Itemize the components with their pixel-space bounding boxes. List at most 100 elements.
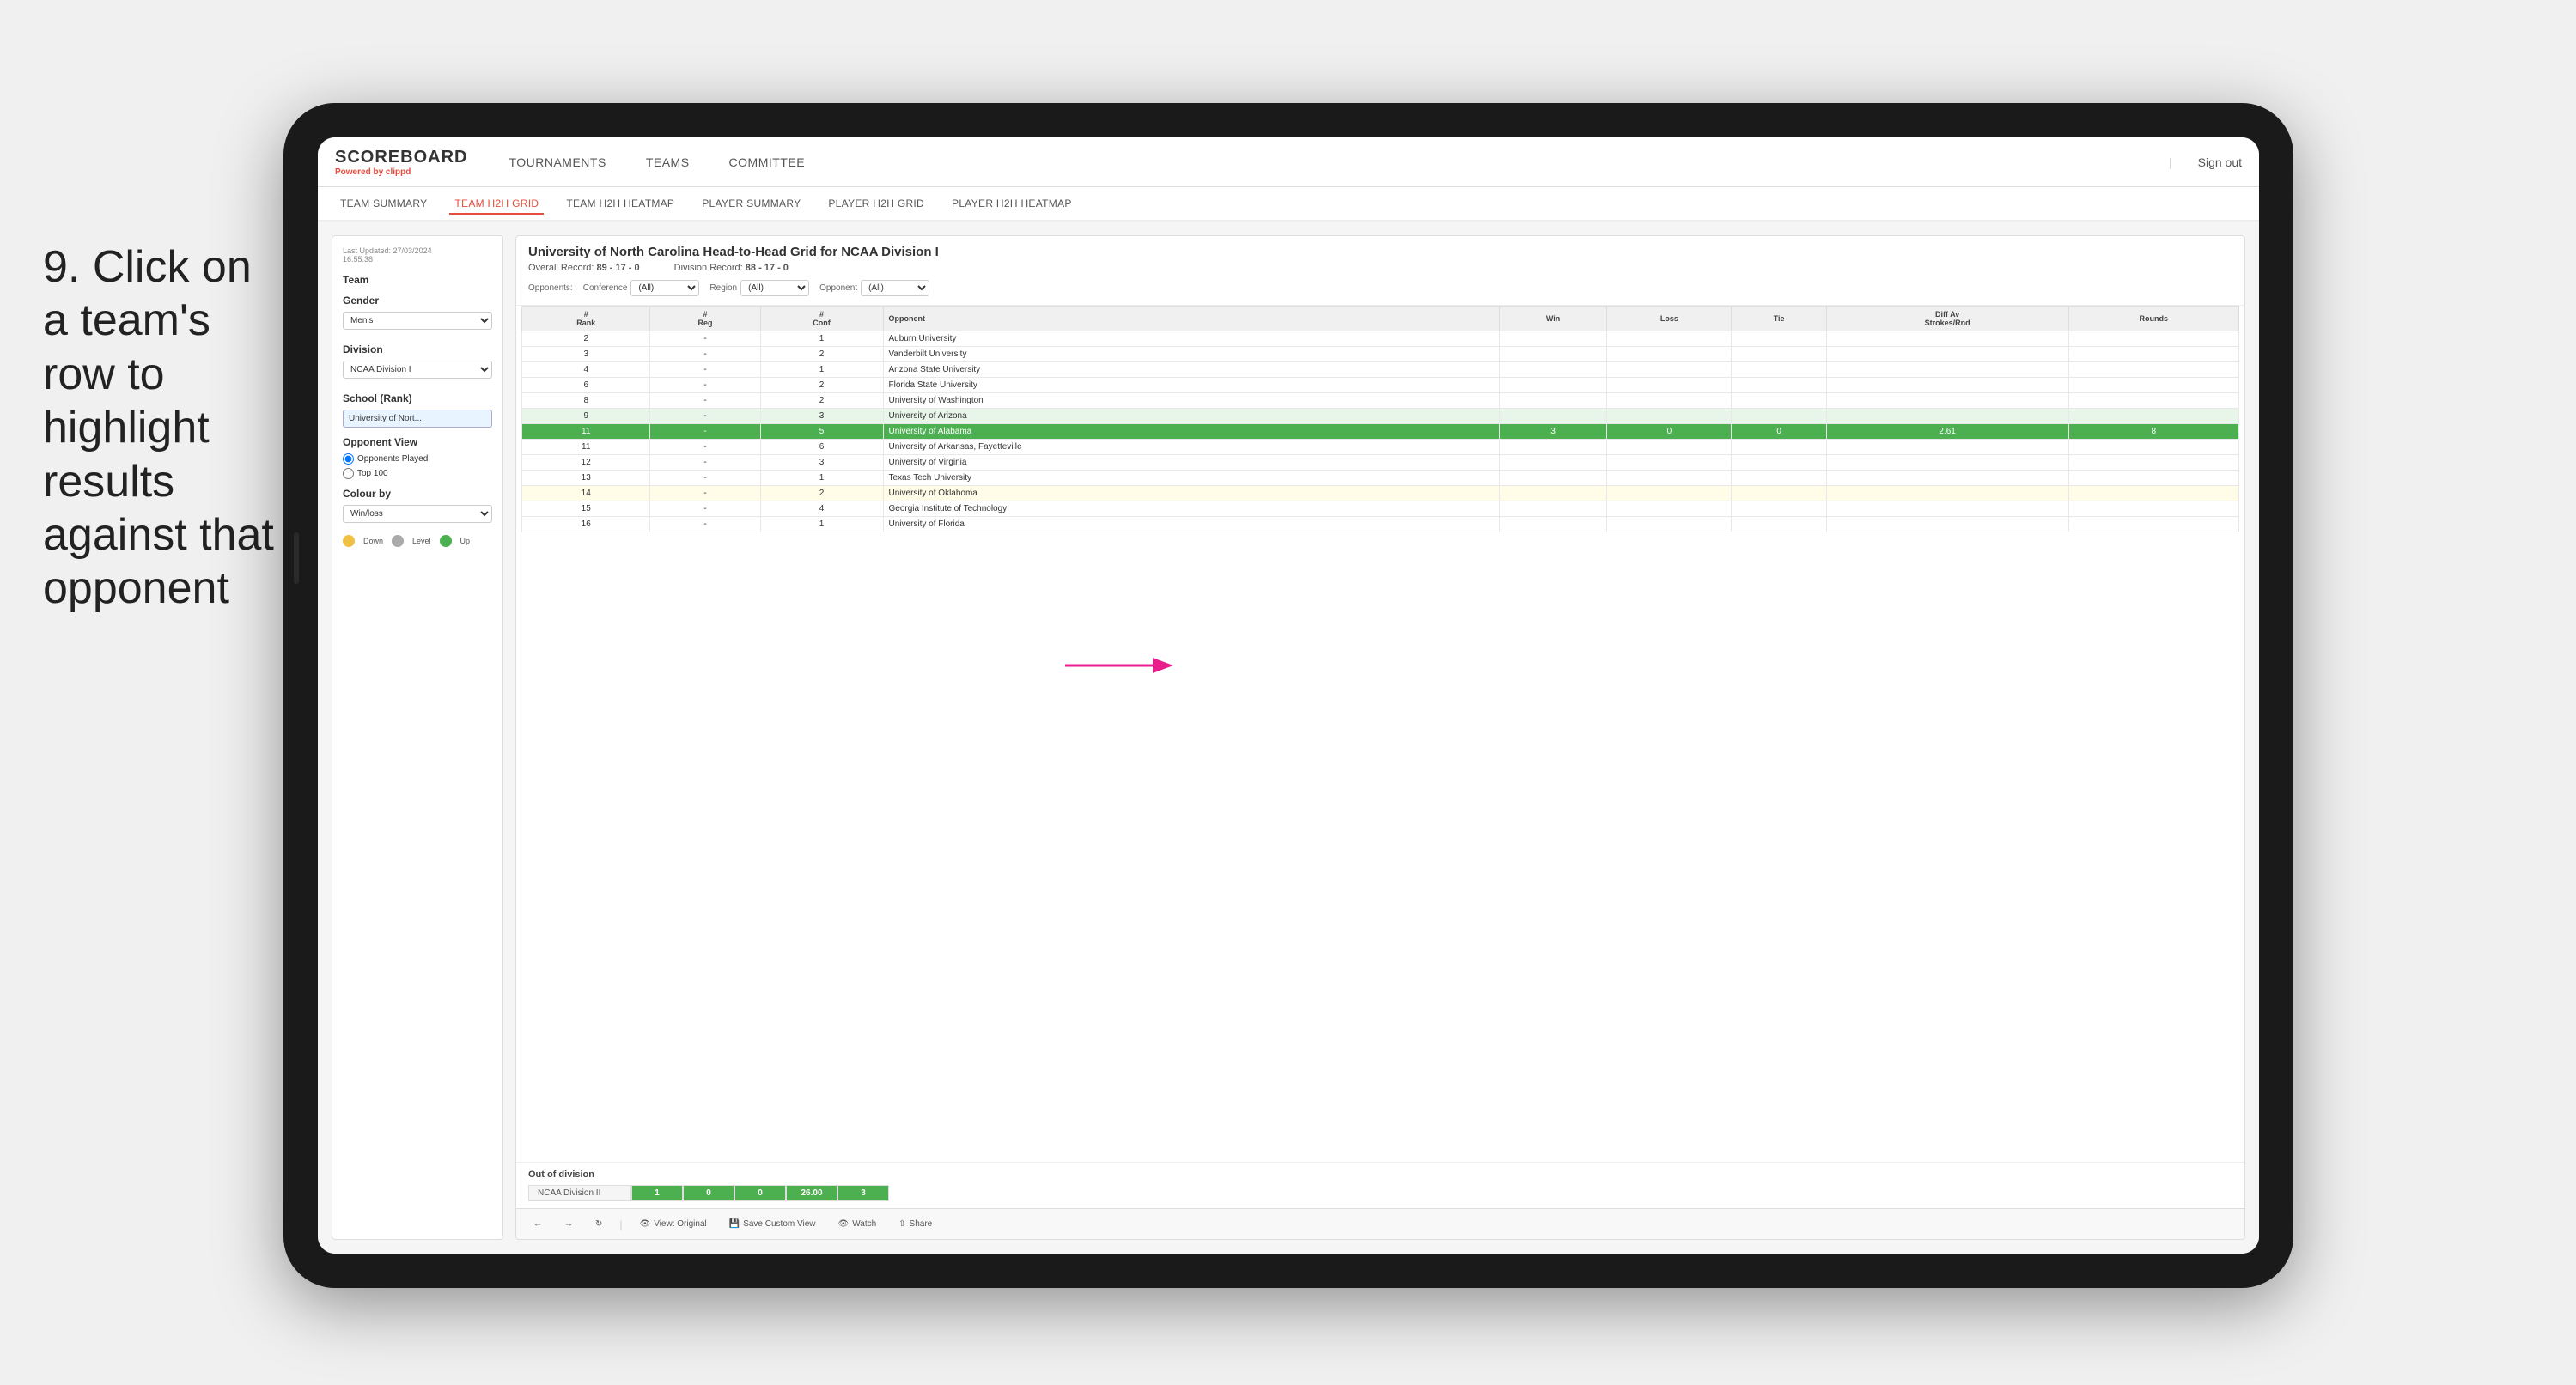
filter-conference: Conference (All) xyxy=(583,280,700,296)
out-division-label: NCAA Division II xyxy=(528,1185,631,1201)
out-division-row[interactable]: NCAA Division II 1 0 0 26.00 3 xyxy=(528,1185,2232,1201)
col-reg: #Reg xyxy=(650,307,760,331)
opponent-filter-select[interactable]: (All) xyxy=(861,280,929,296)
legend-level-dot xyxy=(392,535,404,547)
table-row[interactable]: 13-1Texas Tech University xyxy=(522,471,2239,486)
table-row[interactable]: 11-5University of Alabama3002.618 xyxy=(522,424,2239,440)
grid-panel: University of North Carolina Head-to-Hea… xyxy=(515,235,2245,1240)
legend-row: Down Level Up xyxy=(343,535,492,547)
toolbar-sep1: | xyxy=(619,1218,622,1230)
sub-nav-player-summary[interactable]: PLAYER SUMMARY xyxy=(697,194,806,213)
col-opponent: Opponent xyxy=(883,307,1499,331)
tablet-side-button xyxy=(294,532,299,584)
toolbar-save-custom[interactable]: 💾 Save Custom View xyxy=(724,1217,821,1231)
conference-filter-select[interactable]: (All) xyxy=(630,280,699,296)
division-label: Division xyxy=(343,343,492,355)
sub-nav: TEAM SUMMARY TEAM H2H GRID TEAM H2H HEAT… xyxy=(318,187,2259,222)
region-filter-select[interactable]: (All) xyxy=(740,280,809,296)
opponents-label: Opponents: xyxy=(528,283,573,293)
toolbar-redo[interactable]: → xyxy=(559,1217,578,1231)
conference-filter-label: Conference xyxy=(583,283,628,293)
col-rank: #Rank xyxy=(522,307,650,331)
overall-record-value: 89 - 17 - 0 xyxy=(596,263,639,273)
out-division-rounds: 3 xyxy=(837,1185,889,1201)
filter-opponent: Opponent (All) xyxy=(819,280,929,296)
instruction-body: Click on a team's row to highlight resul… xyxy=(43,242,274,613)
sub-nav-player-h2h-heatmap[interactable]: PLAYER H2H HEATMAP xyxy=(947,194,1077,213)
toolbar-watch[interactable]: 👁 Watch xyxy=(832,1217,881,1231)
table-row[interactable]: 15-4Georgia Institute of Technology xyxy=(522,501,2239,517)
toolbar-view-original[interactable]: 👁 View: Original xyxy=(635,1217,712,1231)
nav-tournaments[interactable]: TOURNAMENTS xyxy=(502,152,612,173)
col-conf: #Conf xyxy=(760,307,883,331)
legend-down-label: Down xyxy=(363,537,383,545)
out-division-diff: 26.00 xyxy=(786,1185,837,1201)
sub-nav-team-summary[interactable]: TEAM SUMMARY xyxy=(335,194,432,213)
nav-separator: | xyxy=(2169,155,2172,169)
opponent-filter-label: Opponent xyxy=(819,283,857,293)
last-updated: Last Updated: 27/03/2024 16:55:38 xyxy=(343,246,492,264)
school-label: School (Rank) xyxy=(343,392,492,404)
out-division-tie: 0 xyxy=(734,1185,786,1201)
grid-table-container: #Rank #Reg #Conf Opponent Win Loss Tie D… xyxy=(516,306,2244,1162)
school-value: University of Nort... xyxy=(343,410,492,428)
grid-header: University of North Carolina Head-to-Hea… xyxy=(516,236,2244,306)
col-rounds: Rounds xyxy=(2068,307,2239,331)
opponent-view-label: Opponent View xyxy=(343,436,492,448)
tablet-frame: SCOREBOARD Powered by clippd TOURNAMENTS… xyxy=(283,103,2293,1288)
table-row[interactable]: 8-2University of Washington xyxy=(522,393,2239,409)
grid-title: University of North Carolina Head-to-Hea… xyxy=(528,245,2232,259)
col-win: Win xyxy=(1499,307,1607,331)
table-row[interactable]: 11-6University of Arkansas, Fayetteville xyxy=(522,440,2239,455)
logo-scoreboard: SCOREBOARD xyxy=(335,148,467,167)
radio-top100[interactable]: Top 100 xyxy=(343,468,492,479)
table-row[interactable]: 6-2Florida State University xyxy=(522,378,2239,393)
gender-label: Gender xyxy=(343,295,492,307)
left-panel: Last Updated: 27/03/2024 16:55:38 Team G… xyxy=(332,235,503,1240)
table-row[interactable]: 4-1Arizona State University xyxy=(522,362,2239,378)
toolbar-refresh[interactable]: ↻ xyxy=(590,1217,607,1231)
region-filter-label: Region xyxy=(709,283,737,293)
radio-opponents-played[interactable]: Opponents Played xyxy=(343,453,492,465)
col-diff: Diff AvStrokes/Rnd xyxy=(1826,307,2068,331)
nav-teams[interactable]: TEAMS xyxy=(639,152,697,173)
legend-up-dot xyxy=(440,535,452,547)
brand-name: clippd xyxy=(386,167,411,177)
colour-by-label: Colour by xyxy=(343,488,492,500)
h2h-table: #Rank #Reg #Conf Opponent Win Loss Tie D… xyxy=(521,306,2239,532)
overall-record-label: Overall Record: 89 - 17 - 0 xyxy=(528,263,640,273)
out-division-loss: 0 xyxy=(683,1185,734,1201)
logo-area: SCOREBOARD Powered by clippd xyxy=(335,148,467,177)
sub-nav-team-h2h-heatmap[interactable]: TEAM H2H HEATMAP xyxy=(561,194,679,213)
colour-by-select[interactable]: Win/loss xyxy=(343,505,492,523)
filter-region: Region (All) xyxy=(709,280,809,296)
table-row[interactable]: 14-2University of Oklahoma xyxy=(522,486,2239,501)
division-select[interactable]: NCAA Division I xyxy=(343,361,492,379)
grid-records: Overall Record: 89 - 17 - 0 Division Rec… xyxy=(528,263,2232,273)
nav-committee[interactable]: COMMITTEE xyxy=(722,152,813,173)
sub-nav-team-h2h-grid[interactable]: TEAM H2H GRID xyxy=(449,194,544,215)
gender-select[interactable]: Men's xyxy=(343,312,492,330)
table-row[interactable]: 2-1Auburn University xyxy=(522,331,2239,347)
legend-up-label: Up xyxy=(460,537,471,545)
table-row[interactable]: 16-1University of Florida xyxy=(522,517,2239,532)
table-row[interactable]: 3-2Vanderbilt University xyxy=(522,347,2239,362)
col-tie: Tie xyxy=(1732,307,1826,331)
filter-opponents: Opponents: xyxy=(528,283,573,293)
nav-sign-out[interactable]: Sign out xyxy=(2198,155,2242,169)
instruction-text: 9. Click on a team's row to highlight re… xyxy=(43,240,283,616)
table-row[interactable]: 12-3University of Virginia xyxy=(522,455,2239,471)
col-loss: Loss xyxy=(1607,307,1732,331)
out-of-division: Out of division NCAA Division II 1 0 0 2… xyxy=(516,1162,2244,1208)
toolbar-share[interactable]: ⇧ Share xyxy=(893,1217,937,1231)
main-content: Last Updated: 27/03/2024 16:55:38 Team G… xyxy=(318,222,2259,1254)
sub-nav-player-h2h-grid[interactable]: PLAYER H2H GRID xyxy=(823,194,929,213)
tablet-screen: SCOREBOARD Powered by clippd TOURNAMENTS… xyxy=(318,137,2259,1254)
table-row[interactable]: 9-3University of Arizona xyxy=(522,409,2239,424)
division-record-value: 88 - 17 - 0 xyxy=(746,263,789,273)
toolbar-undo[interactable]: ← xyxy=(528,1217,547,1231)
bottom-toolbar: ← → ↻ | 👁 View: Original 💾 Save Custom V… xyxy=(516,1208,2244,1239)
out-of-division-title: Out of division xyxy=(528,1169,2232,1180)
out-division-win: 1 xyxy=(631,1185,683,1201)
division-record-label: Division Record: 88 - 17 - 0 xyxy=(674,263,789,273)
